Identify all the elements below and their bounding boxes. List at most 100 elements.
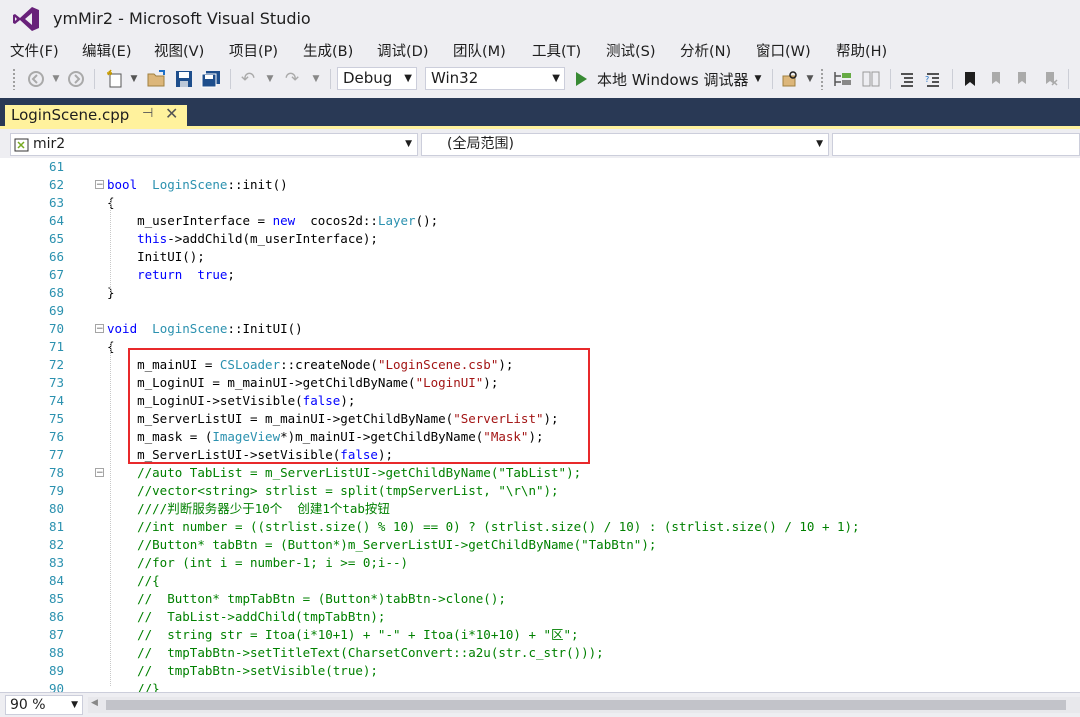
menu-item[interactable]: 工具(T) <box>532 40 581 61</box>
menu-item[interactable]: 文件(F) <box>10 40 59 61</box>
menu-item[interactable]: 窗口(W) <box>756 40 811 61</box>
previous-bookmark-icon[interactable] <box>986 68 1006 90</box>
project-select[interactable]: mir2 ▼ <box>10 133 418 156</box>
zoom-select[interactable]: 90 % ▼ <box>5 695 83 715</box>
solution-platform-select[interactable]: Win32 ▼ <box>425 67 565 90</box>
tab-label: LoginScene.cpp <box>11 106 130 124</box>
new-dropdown-icon[interactable]: ▼ <box>128 68 140 90</box>
undo-dropdown-icon[interactable]: ▼ <box>264 68 276 90</box>
code-token: //Button* tabBtn = (Button*)m_ServerList… <box>137 537 657 552</box>
horizontal-scrollbar[interactable]: ◀ <box>88 697 1080 713</box>
next-bookmark-icon[interactable] <box>1012 68 1032 90</box>
code-line[interactable]: // tmpTabBtn->setVisible(true); <box>107 662 378 680</box>
toolbar-grip[interactable] <box>820 68 824 90</box>
class-view-icon[interactable] <box>832 68 854 90</box>
code-line[interactable]: InitUI(); <box>107 248 205 266</box>
collapse-icon[interactable]: − <box>95 324 104 334</box>
code-line[interactable]: //auto TabList = m_ServerListUI->getChil… <box>107 464 581 482</box>
menu-item[interactable]: 视图(V) <box>154 40 204 61</box>
code-token: ::InitUI() <box>227 321 303 336</box>
collapse-icon[interactable]: − <box>95 468 104 478</box>
line-number: 73 <box>48 375 64 390</box>
editor-status-bar: 90 % ▼ ◀ <box>0 692 1080 717</box>
close-icon[interactable]: ✕ <box>165 104 178 123</box>
code-token: Layer <box>377 213 416 228</box>
comment-lines-icon[interactable] <box>896 68 918 90</box>
solution-configuration-select[interactable]: Debug ▼ <box>337 67 417 90</box>
menu-item[interactable]: 项目(P) <box>229 40 278 61</box>
menu-item[interactable]: 帮助(H) <box>836 40 887 61</box>
code-line[interactable]: // tmpTabBtn->setTitleText(CharsetConver… <box>107 644 604 662</box>
clear-bookmarks-icon[interactable] <box>1040 68 1060 90</box>
code-line[interactable]: //Button* tabBtn = (Button*)m_ServerList… <box>107 536 656 554</box>
code-line[interactable]: void LoginScene::InitUI() <box>107 320 303 338</box>
scope-select[interactable]: (全局范围) ▼ <box>421 133 829 156</box>
menu-item[interactable]: 调试(D) <box>377 40 428 61</box>
find-in-files-icon[interactable] <box>780 68 800 90</box>
redo-dropdown-icon[interactable]: ▼ <box>310 68 322 90</box>
line-number: 80 <box>48 501 64 516</box>
code-line[interactable]: return true; <box>107 266 235 284</box>
code-line[interactable]: // TabList->addChild(tmpTabBtn); <box>107 608 385 626</box>
collapse-icon[interactable]: − <box>95 180 104 190</box>
start-debugging-button[interactable]: 本地 Windows 调试器 ▼ <box>574 68 764 90</box>
code-token: cocos2d:: <box>295 213 378 228</box>
code-line[interactable]: this->addChild(m_userInterface); <box>107 230 378 248</box>
line-number: 82 <box>48 537 64 552</box>
line-number: 88 <box>48 645 64 660</box>
code-token: InitUI(); <box>107 249 205 264</box>
line-number: 90 <box>48 681 64 692</box>
back-dropdown-icon[interactable]: ▼ <box>50 68 62 90</box>
forward-icon[interactable] <box>66 68 86 90</box>
scroll-left-icon[interactable]: ◀ <box>91 698 98 708</box>
code-token: // TabList->addChild(tmpTabBtn); <box>137 609 386 624</box>
scrollbar-thumb[interactable] <box>106 700 1066 710</box>
save-icon[interactable] <box>174 68 194 90</box>
code-token: true <box>182 267 228 282</box>
code-line[interactable]: //int number = ((strlist.size() % 10) ==… <box>107 518 859 536</box>
code-line[interactable]: bool LoginScene::init() <box>107 176 288 194</box>
svg-text:?: ? <box>925 75 929 84</box>
object-browser-icon[interactable] <box>860 68 882 90</box>
bookmark-icon[interactable] <box>960 68 980 90</box>
code-line[interactable]: //} <box>107 680 160 692</box>
line-number: 66 <box>48 249 64 264</box>
tab-logininscene-cpp[interactable]: LoginScene.cpp ⊣ ✕ <box>5 104 187 126</box>
pin-icon[interactable]: ⊣ <box>142 106 153 121</box>
back-icon[interactable] <box>26 68 46 90</box>
code-line[interactable]: // string str = Itoa(i*10+1) + "-" + Ito… <box>107 626 578 644</box>
new-project-icon[interactable] <box>104 68 126 90</box>
toolbar-grip[interactable] <box>12 68 16 90</box>
menu-item[interactable]: 测试(S) <box>606 40 656 61</box>
member-select[interactable] <box>832 133 1080 156</box>
code-line[interactable]: // Button* tmpTabBtn = (Button*)tabBtn->… <box>107 590 506 608</box>
code-line[interactable]: m_userInterface = new cocos2d::Layer(); <box>107 212 438 230</box>
open-file-icon[interactable] <box>146 68 168 90</box>
menu-item[interactable]: 生成(B) <box>303 40 353 61</box>
line-number: 71 <box>48 339 64 354</box>
code-token: LoginScene <box>152 177 228 192</box>
find-dropdown-icon[interactable]: ▼ <box>804 68 816 90</box>
menu-item[interactable]: 团队(M) <box>453 40 506 61</box>
active-tab-underline <box>0 126 1080 129</box>
save-all-icon[interactable] <box>200 68 222 90</box>
redo-icon[interactable]: ↷ <box>282 68 302 90</box>
menu-item[interactable]: 编辑(E) <box>82 40 131 61</box>
code-editor[interactable]: 61 62 bool LoginScene::init() 63{64 m_userI… <box>0 158 1080 692</box>
uncomment-lines-icon[interactable]: ? <box>922 68 944 90</box>
code-line[interactable]: //for (int i = number-1; i >= 0;i--) <box>107 554 408 572</box>
code-line[interactable]: //{ <box>107 572 160 590</box>
menu-item[interactable]: 分析(N) <box>680 40 731 61</box>
undo-icon[interactable]: ↶ <box>238 68 258 90</box>
code-token: ////判断服务器少于10个 创建1个tab按钮 <box>137 501 390 516</box>
code-line[interactable]: //vector<string> strlist = split(tmpServ… <box>107 482 558 500</box>
line-number: 67 <box>48 267 64 282</box>
line-number: 65 <box>48 231 64 246</box>
code-line[interactable]: ////判断服务器少于10个 创建1个tab按钮 <box>107 500 390 518</box>
project-value: mir2 <box>33 136 66 152</box>
